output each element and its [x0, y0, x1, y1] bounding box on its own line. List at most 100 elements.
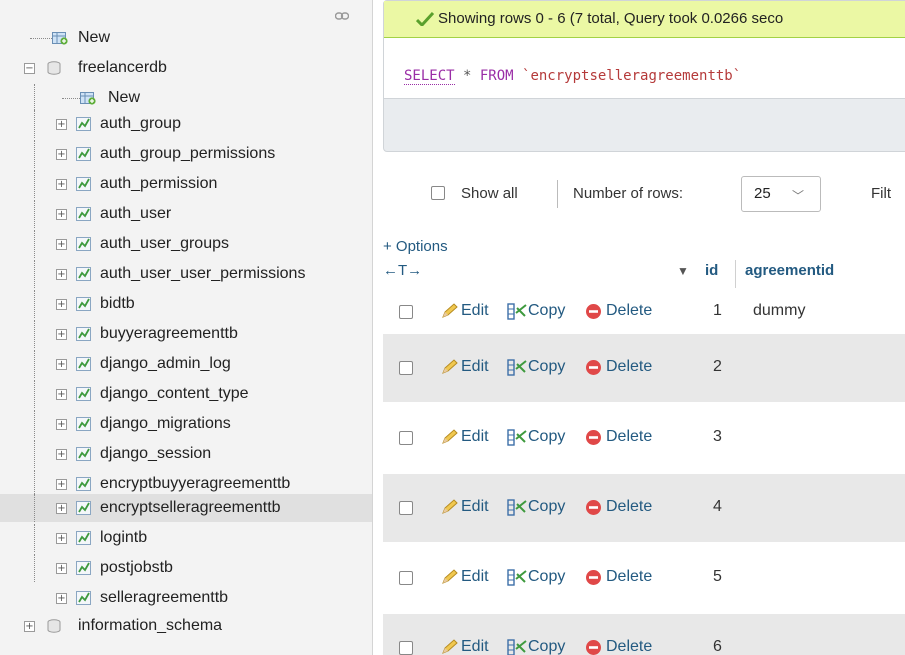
expand-icon[interactable]: +	[24, 621, 35, 632]
sidebar-table-item[interactable]: + django_session	[0, 440, 372, 468]
show-all-checkbox[interactable]	[431, 186, 445, 200]
copy-icon[interactable]	[507, 303, 527, 320]
delete-link[interactable]: Delete	[606, 358, 652, 376]
tree-line	[34, 380, 35, 408]
copy-link[interactable]: Copy	[528, 498, 565, 516]
delete-link[interactable]: Delete	[606, 638, 652, 655]
sort-dropdown-icon[interactable]: ▼	[677, 264, 689, 278]
edit-link[interactable]: Edit	[461, 568, 489, 586]
sidebar-table-item[interactable]: + selleragreementtb	[0, 584, 372, 612]
delete-icon[interactable]	[585, 429, 602, 446]
pencil-icon[interactable]	[441, 499, 459, 515]
tree-item-label: buyyeragreementtb	[100, 325, 238, 342]
delete-icon[interactable]	[585, 499, 602, 516]
pencil-icon[interactable]	[441, 569, 459, 585]
tree-line	[34, 110, 35, 138]
options-link[interactable]: + Options	[383, 238, 448, 255]
copy-link[interactable]: Copy	[528, 428, 565, 446]
sidebar-table-item[interactable]: + auth_group_permissions	[0, 140, 372, 168]
sidebar-table-item[interactable]: + auth_permission	[0, 170, 372, 198]
sidebar-table-item[interactable]: + auth_group	[0, 110, 372, 138]
column-resize-arrows[interactable]: ←T→	[383, 262, 422, 279]
tree-item-label: auth_group_permissions	[100, 145, 276, 162]
row-checkbox[interactable]	[399, 571, 413, 585]
tree-item-label: bidtb	[100, 295, 135, 312]
tree-line	[34, 320, 35, 348]
sidebar-new-item[interactable]: New	[0, 84, 372, 112]
delete-link[interactable]: Delete	[606, 498, 652, 516]
sidebar-table-item[interactable]: + logintb	[0, 524, 372, 552]
expand-icon[interactable]: +	[56, 359, 67, 370]
sidebar-table-item[interactable]: + postjobstb	[0, 554, 372, 582]
sidebar-new-item[interactable]: New	[0, 24, 372, 52]
expand-icon[interactable]: +	[56, 329, 67, 340]
sidebar-table-item[interactable]: + buyyeragreementtb	[0, 320, 372, 348]
copy-link[interactable]: Copy	[528, 638, 565, 655]
expand-icon[interactable]: +	[56, 419, 67, 430]
copy-icon[interactable]	[507, 499, 527, 516]
copy-icon[interactable]	[507, 359, 527, 376]
delete-link[interactable]: Delete	[606, 568, 652, 586]
sidebar-table-item[interactable]: + encryptselleragreementtb	[0, 494, 372, 522]
sidebar-table-item[interactable]: + auth_user_groups	[0, 230, 372, 258]
expand-icon[interactable]: +	[56, 119, 67, 130]
copy-link[interactable]: Copy	[528, 568, 565, 586]
expand-icon[interactable]: +	[56, 149, 67, 160]
expand-icon[interactable]: +	[56, 389, 67, 400]
pencil-icon[interactable]	[441, 429, 459, 445]
expand-icon[interactable]: +	[56, 479, 67, 490]
copy-icon[interactable]	[507, 569, 527, 586]
sidebar-table-item[interactable]: + auth_user	[0, 200, 372, 228]
expand-icon[interactable]: +	[56, 449, 67, 460]
collapse-icon[interactable]: −	[24, 63, 35, 74]
sidebar-table-item[interactable]: + django_migrations	[0, 410, 372, 438]
edit-link[interactable]: Edit	[461, 498, 489, 516]
delete-link[interactable]: Delete	[606, 302, 652, 320]
copy-icon[interactable]	[507, 429, 527, 446]
sql-query-text[interactable]: SELECT * FROM `encryptselleragreementtb`	[404, 68, 741, 85]
row-checkbox[interactable]	[399, 305, 413, 319]
row-checkbox[interactable]	[399, 641, 413, 655]
tree-item-label: auth_user_groups	[100, 235, 229, 252]
row-checkbox[interactable]	[399, 501, 413, 515]
sidebar-table-item[interactable]: + django_admin_log	[0, 350, 372, 378]
pencil-icon[interactable]	[441, 639, 459, 655]
edit-link[interactable]: Edit	[461, 428, 489, 446]
column-header-id[interactable]: id	[705, 262, 718, 279]
delete-icon[interactable]	[585, 639, 602, 655]
expand-icon[interactable]: +	[56, 299, 67, 310]
sidebar-database-item[interactable]: + information_schema	[0, 612, 372, 640]
navigation-sidebar: New − freelancerdb New + auth_group + auth_grou…	[0, 0, 373, 655]
edit-link[interactable]: Edit	[461, 302, 489, 320]
sidebar-table-item[interactable]: + bidtb	[0, 290, 372, 318]
expand-icon[interactable]: +	[56, 563, 67, 574]
expand-icon[interactable]: +	[56, 269, 67, 280]
expand-icon[interactable]: +	[56, 179, 67, 190]
row-checkbox[interactable]	[399, 431, 413, 445]
delete-link[interactable]: Delete	[606, 428, 652, 446]
column-header-agreementid[interactable]: agreementid	[745, 262, 834, 279]
sidebar-table-item[interactable]: + auth_user_user_permissions	[0, 260, 372, 288]
expand-icon[interactable]: +	[56, 239, 67, 250]
expand-icon[interactable]: +	[56, 209, 67, 220]
delete-icon[interactable]	[585, 569, 602, 586]
sidebar-database-item[interactable]: − freelancerdb	[0, 54, 372, 82]
copy-link[interactable]: Copy	[528, 302, 565, 320]
edit-link[interactable]: Edit	[461, 358, 489, 376]
sql-keyword-select[interactable]: SELECT	[404, 68, 455, 85]
expand-icon[interactable]: +	[56, 533, 67, 544]
sidebar-table-item[interactable]: + django_content_type	[0, 380, 372, 408]
delete-icon[interactable]	[585, 359, 602, 376]
table-row: Edit Copy Delete 6	[383, 614, 905, 655]
expand-icon[interactable]: +	[56, 503, 67, 514]
pencil-icon[interactable]	[441, 359, 459, 375]
number-of-rows-select[interactable]: 25 ﹀	[741, 176, 821, 212]
copy-icon[interactable]	[507, 639, 527, 655]
cell-id: 6	[713, 638, 722, 655]
expand-icon[interactable]: +	[56, 593, 67, 604]
row-checkbox[interactable]	[399, 361, 413, 375]
pencil-icon[interactable]	[441, 303, 459, 319]
edit-link[interactable]: Edit	[461, 638, 489, 655]
copy-link[interactable]: Copy	[528, 358, 565, 376]
delete-icon[interactable]	[585, 303, 602, 320]
